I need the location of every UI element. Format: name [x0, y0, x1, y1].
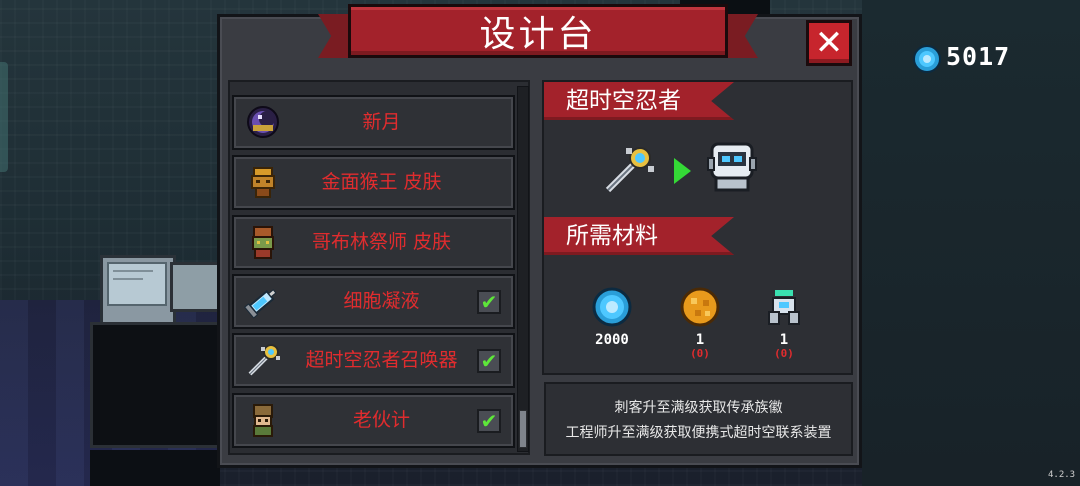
material-slot: 1 (0)	[670, 286, 730, 360]
crescent-orb-icon	[247, 106, 279, 138]
background-desk	[90, 322, 226, 448]
background-machine	[170, 262, 224, 312]
blueprint-name-banner: 超时空忍者	[544, 82, 734, 120]
list-item-goblin-priest-skin[interactable]: 哥布林祭师 皮肤	[232, 215, 515, 270]
old-buddy-icon	[253, 404, 273, 437]
title-banner: 设计台	[318, 2, 758, 62]
background-bench	[90, 450, 220, 486]
background-monitor-screen	[107, 262, 167, 306]
transform-arrow-icon	[674, 158, 691, 184]
summoner-staff-icon	[248, 344, 280, 376]
list-item-label: 哥布林祭师 皮肤	[311, 231, 452, 253]
material-owned: (0)	[690, 347, 710, 360]
material-count: 1	[779, 332, 789, 348]
materials-header: 所需材料	[544, 217, 734, 255]
window-title: 设计台	[348, 4, 728, 58]
time-ninja-icon	[707, 142, 757, 192]
monitor-text-line	[113, 278, 143, 280]
gold-ore-icon	[680, 287, 720, 327]
robot-part-icon	[768, 290, 800, 325]
syringe-icon	[244, 289, 277, 319]
list-scrollbar-track[interactable]	[517, 86, 529, 452]
list-item-label: 细胞凝液	[343, 290, 420, 312]
list-item-label: 超时空忍者召唤器	[305, 349, 458, 371]
summoner-staff-icon	[605, 147, 654, 193]
monkey-king-skin-icon	[251, 167, 275, 198]
owned-checkbox: ✔	[477, 349, 501, 373]
version-label: 4.2.3	[1048, 470, 1076, 480]
gem-count: 5017	[946, 42, 1011, 71]
blue-gem-icon	[913, 45, 941, 73]
list-item-old-buddy[interactable]: 老伙计 ✔	[232, 393, 515, 448]
blue-gem-icon	[592, 287, 632, 327]
background-edge-tab	[0, 62, 8, 172]
material-slot: 2000	[582, 286, 642, 348]
list-item-label: 金面猴王 皮肤	[321, 171, 442, 193]
monitor-text-line	[113, 270, 153, 272]
list-item-monkey-king-skin[interactable]: 金面猴王 皮肤	[232, 155, 515, 210]
description-line: 工程师升至满级获取便携式超时空联系装置	[565, 424, 832, 441]
material-count: 2000	[595, 332, 629, 348]
material-owned: (0)	[774, 347, 794, 360]
description-line: 刺客升至满级获取传承族徽	[614, 399, 783, 416]
close-button[interactable]: ✕	[806, 20, 852, 66]
unlock-description: 刺客升至满级获取传承族徽 工程师升至满级获取便携式超时空联系装置	[544, 382, 853, 456]
list-item-cell-serum[interactable]: 细胞凝液 ✔	[232, 274, 515, 329]
owned-checkbox: ✔	[477, 290, 501, 314]
owned-checkbox: ✔	[477, 409, 501, 433]
material-count: 1	[695, 332, 705, 348]
list-item-label: 新月	[362, 111, 401, 133]
material-slot: 1 (0)	[754, 286, 814, 360]
goblin-priest-skin-icon	[252, 226, 274, 259]
list-item-ninja-summoner[interactable]: 超时空忍者召唤器 ✔	[232, 333, 515, 388]
list-item-label: 老伙计	[352, 409, 410, 431]
list-item-crescent[interactable]: 新月	[232, 95, 515, 150]
background-right-room	[862, 0, 1080, 486]
list-scrollbar-thumb[interactable]	[519, 410, 527, 448]
